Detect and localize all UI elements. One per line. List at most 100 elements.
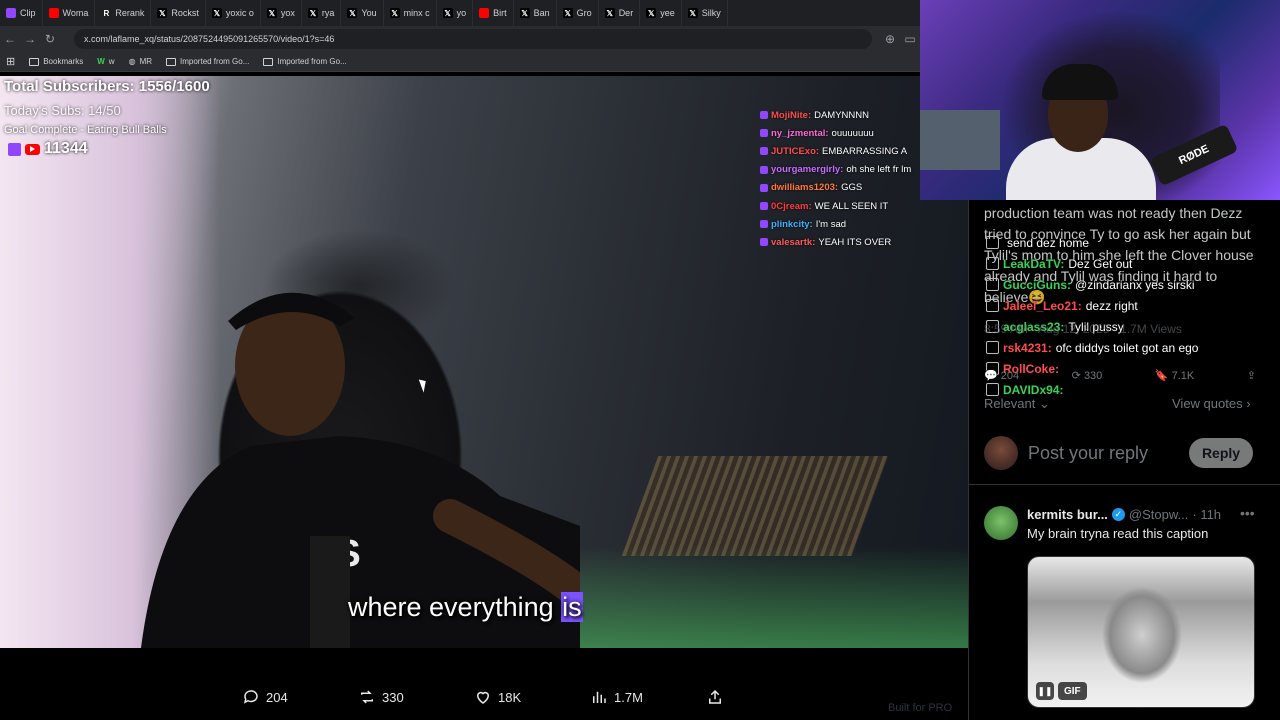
browser-tab-label: yoxic o [225,8,254,18]
twitch-badge-icon [760,147,768,156]
browser-tab[interactable]: Birt [473,0,514,26]
browser-tab[interactable]: 𝕏yo [437,0,474,26]
browser-tab[interactable]: 𝕏 Ban [514,0,557,26]
tab-search-icon[interactable]: ▭ [900,32,920,46]
browser-tab[interactable]: Clip [0,0,43,26]
chat-username: MojiNite: [771,109,812,121]
browser-tab[interactable]: 𝕏 Gro [557,0,599,26]
caption-highlight: is [561,592,583,622]
sort-replies-dropdown[interactable]: Relevant ⌄ [984,396,1050,412]
browser-tab[interactable]: 𝕏 Silky [682,0,728,26]
bookmark-item[interactable]: Imported from Go... [166,57,249,66]
bookmark-stat[interactable]: 🔖 7.1K [1155,369,1194,382]
twitch-badge-icon [760,220,768,229]
browser-tab[interactable]: Woma [43,0,96,26]
browser-tab[interactable]: 𝕏 Der [599,0,641,26]
reply-count: 204 [266,689,288,705]
reply-action[interactable]: 204 [242,688,288,706]
comment-handle[interactable]: @Stopw... [1129,507,1188,522]
folder-icon [263,57,274,66]
browser-tab-bar: Clip Woma R Rerank 𝕏 Rockst 𝕏yoxic o 𝕏yox 𝕏rya 𝕏 Y… [0,0,920,26]
browser-tab[interactable]: 𝕏yee [640,0,682,26]
stream-chat-overlay: MojiNite: DAMYNNNN ny_jzmental: ouuuuuuu JUT… [760,106,928,252]
browser-tab-label: Gro [576,8,592,18]
comment-header: kermits bur... ✓ @Stopw... · 11h [1027,507,1221,522]
chat-message-text: send dez home [1007,235,1090,250]
chat-badge-icon [986,383,999,396]
chat-badge-icon [986,341,999,354]
bookmark-item[interactable]: Bookmarks [29,57,83,66]
chat-username: yourgamergirly: [771,164,844,176]
bookmark-item[interactable]: Imported from Go... [263,57,347,66]
share-action[interactable] [706,688,724,706]
x-icon: 𝕏 [266,8,277,18]
footer-hint: Built for PRO [888,702,953,714]
back-icon[interactable]: ← [0,32,20,46]
twitch-badge-icon [760,202,768,211]
reply-input[interactable]: Post your reply [1028,443,1148,464]
stream-chat-message: 0Cjream: WE ALL SEEN IT [760,197,928,215]
bookmark-icon: 🔖 [1154,369,1169,382]
twitch-badge-icon [760,238,768,247]
chat-username: dwilliams1203: [771,182,839,194]
chat-message-text: YEAH ITS OVER [818,236,892,248]
comment-author-name[interactable]: kermits bur... [1027,507,1108,522]
tweet-stat-replies[interactable]: 💬 204 [984,369,1019,382]
views-action[interactable]: 1.7M [590,688,643,706]
browser-tab[interactable]: R Rerank [95,0,152,26]
chat-username: plinkcity: [771,218,813,230]
twitch-badge-icon [760,129,768,138]
reply-button[interactable]: Reply [1189,438,1253,468]
bookmark-label: Imported from Go... [180,57,250,66]
bookmark-item[interactable]: Ww [97,57,114,66]
browser-tab[interactable]: 𝕏yox [261,0,302,26]
pause-icon[interactable]: ❚❚ [1036,682,1054,700]
forward-icon[interactable]: → [20,32,40,46]
chat-username: valesartk: [771,236,816,248]
bookmarks-bar: ⊞ Bookmarks Ww ◍ MR Imported from Go... Import… [0,52,920,72]
browser-tab-label: Ban [533,8,550,18]
stream-chat-message: dwilliams1203: GGS [760,179,928,197]
browser-tab[interactable]: 𝕏yoxic o [206,0,261,26]
chat-username: 0Cjream: [771,200,812,212]
video-green-light [560,546,968,648]
more-options-icon[interactable]: ••• [1240,505,1255,521]
twitch-icon [8,142,21,156]
side-chat-message: send dez home [986,232,1226,253]
share-icon[interactable]: ⇪ [1247,369,1256,382]
url-field[interactable]: x.com/laflame_xq/status/2087524495091265… [74,29,872,49]
chat-badge-icon [986,299,999,312]
browser-tab-label: Der [618,8,634,18]
views-count: 1.7M [614,689,643,705]
bookmark-icon [29,57,40,66]
avatar[interactable] [984,436,1018,470]
url-text: x.com/laflame_xq/status/2087524495091265… [84,34,335,44]
zoom-icon[interactable]: ⊕ [880,32,900,46]
bookmark-label: MR [139,57,153,66]
browser-tab[interactable]: 𝕏 Rockst [151,0,206,26]
chat-message-text: oh she left fr lm [846,164,912,176]
view-quotes-link[interactable]: View quotes › [1172,396,1251,411]
chat-username: ny_jzmental: [771,127,829,139]
reload-icon[interactable]: ↻ [40,32,60,46]
views-icon [593,691,606,703]
video-action-bar [0,648,968,720]
tweet-stat-reposts[interactable]: ⟳ 330 [1072,369,1103,382]
apps-icon[interactable]: ⊞ [6,55,15,68]
browser-tab-label: yo [456,8,467,18]
browser-tab[interactable]: 𝕏rya [302,0,342,26]
heart-icon [476,691,490,704]
side-chat-message: GucciGuns: @zindarianx yes sirski [986,274,1226,295]
comment-avatar[interactable] [984,506,1018,540]
browser-tab[interactable]: 𝕏minx c [384,0,437,26]
w-icon: W [97,57,105,66]
youtube-icon [25,143,40,155]
chat-message-text: EMBARRASSING A [822,145,908,157]
browser-tab[interactable]: 𝕏 You [341,0,384,26]
bookmark-item[interactable]: ◍ MR [129,57,152,66]
repost-action[interactable]: 330 [358,688,404,706]
video-railing [621,456,889,556]
browser-tab-label: yox [280,8,295,18]
like-action[interactable]: 18K [474,688,521,706]
stream-chat-message: ny_jzmental: ouuuuuuu [760,124,928,142]
